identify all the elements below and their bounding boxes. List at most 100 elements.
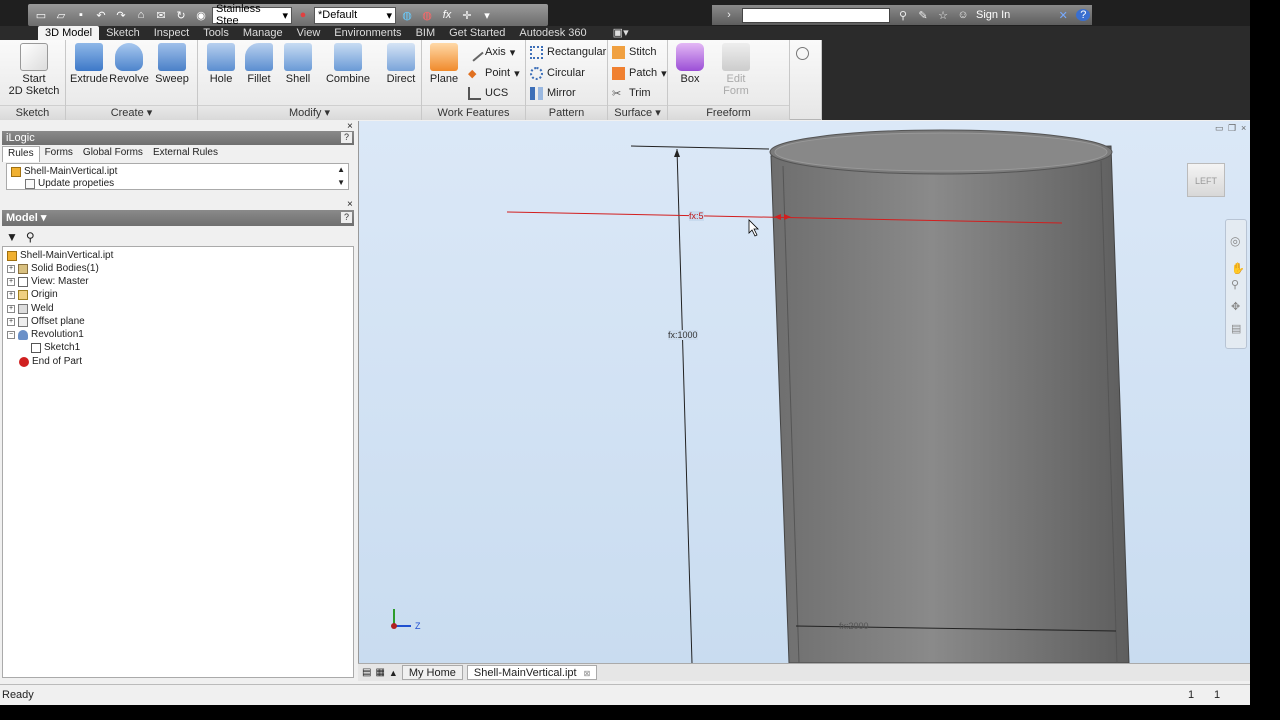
star-icon[interactable]: ☆ xyxy=(936,9,950,22)
expand-icon[interactable]: + xyxy=(7,290,15,299)
model-canvas[interactable] xyxy=(359,121,1250,663)
tree-item-offset-plane[interactable]: + Offset plane xyxy=(7,315,85,328)
direct-button[interactable]: Direct xyxy=(382,43,420,85)
material-select[interactable]: Stainless Stee ▾ xyxy=(212,3,292,27)
tile-icon[interactable]: ▤ xyxy=(362,667,371,678)
trim-button[interactable]: ✂ Trim xyxy=(612,84,651,102)
tree-item-origin[interactable]: + Origin xyxy=(7,288,58,301)
save-icon[interactable]: ▪ xyxy=(72,7,90,23)
redo-icon[interactable]: ↷ xyxy=(112,7,130,23)
tab-bim[interactable]: BIM xyxy=(409,26,443,40)
binoculars-icon[interactable]: ⚲ xyxy=(896,9,910,22)
exchange-icon[interactable]: ✕ xyxy=(1056,9,1070,22)
dimension-label[interactable]: fx:5 xyxy=(689,211,704,221)
scroll-up-icon[interactable]: ▲ xyxy=(337,165,345,174)
scroll-down-icon[interactable]: ▼ xyxy=(337,178,345,187)
dimension-label[interactable]: fx:1000 xyxy=(668,330,698,340)
tree-item-revolution1[interactable]: − Revolution1 xyxy=(7,328,84,341)
create-panel-title[interactable]: Create ▾ xyxy=(66,105,197,120)
stitch-button[interactable]: Stitch xyxy=(612,43,657,61)
close-icon[interactable]: ⊠ xyxy=(584,669,591,678)
chevron-down-icon[interactable]: ▾ xyxy=(478,7,496,23)
graphics-viewport[interactable]: fx:5 fx:1000 fx:2000 Z LEFT ▭ ❐ × ◎ ✋ ⚲ … xyxy=(358,121,1250,663)
camera-icon[interactable]: ▣▾ xyxy=(606,26,636,40)
tree-item-view-master[interactable]: + View: Master xyxy=(7,275,89,288)
tree-item-solid-bodies[interactable]: + Solid Bodies(1) xyxy=(7,262,99,275)
tab-autodesk-360[interactable]: Autodesk 360 xyxy=(512,26,593,40)
collapse-icon[interactable]: − xyxy=(7,330,15,339)
zoom-icon[interactable]: ⚲ xyxy=(1231,278,1239,291)
sign-in-link[interactable]: Sign In xyxy=(976,9,1010,21)
dimension-label[interactable]: fx:2000 xyxy=(839,621,869,631)
revolve-button[interactable]: Revolve xyxy=(108,43,150,85)
help-icon[interactable]: ? xyxy=(341,132,352,143)
start-2d-sketch-button[interactable]: Start 2D Sketch xyxy=(6,43,62,97)
rectangular-pattern-button[interactable]: Rectangular xyxy=(530,43,606,61)
orbit-icon[interactable]: ✥ xyxy=(1231,300,1240,313)
tab-rules[interactable]: Rules xyxy=(2,146,40,162)
open-file-icon[interactable]: ▱ xyxy=(52,7,70,23)
fillet-button[interactable]: Fillet xyxy=(240,43,278,85)
tab-sketch[interactable]: Sketch xyxy=(99,26,147,40)
help-icon[interactable]: ? xyxy=(341,212,352,223)
minimize-icon[interactable]: ▭ xyxy=(1215,123,1224,134)
viewcube[interactable]: LEFT xyxy=(1187,163,1225,197)
close-icon[interactable]: × xyxy=(347,121,353,132)
hole-button[interactable]: Hole xyxy=(202,43,240,85)
tab-get-started[interactable]: Get Started xyxy=(442,26,512,40)
axis-button[interactable]: Axis ▾ xyxy=(465,42,515,62)
new-file-icon[interactable]: ▭ xyxy=(32,7,50,23)
update-icon[interactable]: ↻ xyxy=(172,7,190,23)
binoculars-icon[interactable]: ⚲ xyxy=(26,230,35,244)
modify-panel-title[interactable]: Modify ▾ xyxy=(198,105,421,120)
extrude-button[interactable]: Extrude xyxy=(70,43,108,85)
user-icon[interactable]: ☺ xyxy=(956,9,970,21)
steering-wheel-icon[interactable]: ◎ xyxy=(1230,234,1240,248)
expand-icon[interactable]: + xyxy=(7,264,15,273)
tree-item-end-of-part[interactable]: End of Part xyxy=(19,355,82,368)
patch-button[interactable]: Patch ▾ xyxy=(612,64,667,82)
sweep-button[interactable]: Sweep xyxy=(152,43,192,85)
ucs-button[interactable]: UCS xyxy=(468,84,508,102)
list-item[interactable]: Update propeties xyxy=(25,177,114,190)
tree-item-root[interactable]: Shell-MainVertical.ipt xyxy=(7,249,113,262)
undo-icon[interactable]: ↶ xyxy=(92,7,110,23)
options-button[interactable] xyxy=(796,44,809,62)
tab-tools[interactable]: Tools xyxy=(196,26,236,40)
parameters-fx-icon[interactable]: fx xyxy=(438,7,456,23)
appearance-select[interactable]: *Default ▾ xyxy=(314,6,396,24)
tab-forms[interactable]: Forms xyxy=(40,146,78,162)
pan-icon[interactable]: ✋ xyxy=(1231,262,1245,275)
menu-up-icon[interactable]: ▲ xyxy=(389,668,398,678)
adjust-appearance-icon[interactable]: ◍ xyxy=(418,7,436,23)
tab-environments[interactable]: Environments xyxy=(327,26,408,40)
model-browser-header[interactable]: Model ▾ ? xyxy=(2,210,354,226)
tab-external-rules[interactable]: External Rules xyxy=(148,146,223,162)
return-icon[interactable]: ✉ xyxy=(152,7,170,23)
close-icon[interactable]: × xyxy=(1241,123,1246,133)
surface-panel-title[interactable]: Surface ▾ xyxy=(608,105,667,120)
box-button[interactable]: Box xyxy=(672,43,708,85)
expand-icon[interactable]: + xyxy=(7,317,15,326)
expand-icon[interactable]: + xyxy=(7,277,15,286)
clear-appearance-icon[interactable]: ◍ xyxy=(398,7,416,23)
tab-document[interactable]: Shell-MainVertical.ipt ⊠ xyxy=(466,665,598,680)
tab-inspect[interactable]: Inspect xyxy=(147,26,196,40)
mirror-button[interactable]: Mirror xyxy=(530,84,576,102)
tree-item-sketch1[interactable]: Sketch1 xyxy=(31,341,80,354)
appearance-ball-icon[interactable]: ● xyxy=(294,7,312,23)
home-icon[interactable]: ⌂ xyxy=(132,7,150,23)
tab-view[interactable]: View xyxy=(290,26,328,40)
restore-icon[interactable]: ❐ xyxy=(1228,123,1236,134)
tab-manage[interactable]: Manage xyxy=(236,26,290,40)
tree-item-weld[interactable]: + Weld xyxy=(7,302,54,315)
filter-icon[interactable]: ▼ xyxy=(6,230,18,244)
look-at-icon[interactable]: ▤ xyxy=(1231,322,1241,335)
expand-icon[interactable]: + xyxy=(7,304,15,313)
help-search-input[interactable] xyxy=(742,7,890,23)
cascade-icon[interactable]: ▦ xyxy=(375,667,384,678)
close-icon[interactable]: × xyxy=(347,199,353,210)
chevron-right-icon[interactable]: › xyxy=(722,9,736,21)
shell-button[interactable]: Shell xyxy=(280,43,316,85)
tab-3d-model[interactable]: 3D Model xyxy=(38,26,100,40)
